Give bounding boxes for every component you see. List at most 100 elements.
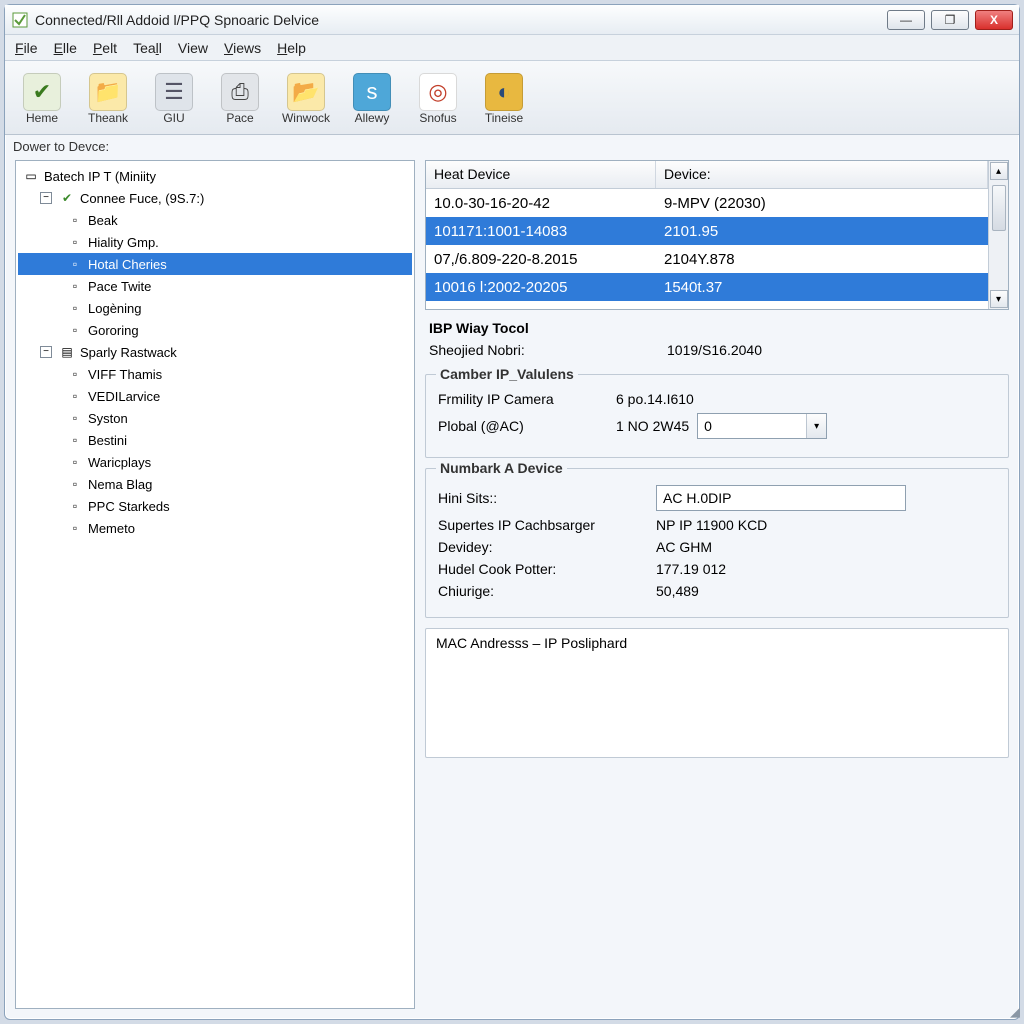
tree-node-connee[interactable]: −✔Connee Fuce, (9S.7:) <box>18 187 412 209</box>
item-icon: ▫ <box>66 476 84 492</box>
camber-k1: Frmility IP Camera <box>438 391 608 407</box>
menu-teall[interactable]: Teall <box>133 40 162 56</box>
tree-item[interactable]: ▫Syston <box>18 407 412 429</box>
menubar: File Elle Pelt Teall View Views Help <box>5 35 1019 61</box>
toolbar: ✔Heme📁Theank☰GIU⎙Pace📂WinwocksAllewy◎Sno… <box>5 61 1019 135</box>
numbark-v2: NP IP 11900 KCD <box>656 517 767 533</box>
toolbar-tineise[interactable]: ◐Tineise <box>475 73 533 125</box>
camber-v1: 6 po.14.I610 <box>616 391 694 407</box>
close-button[interactable]: X <box>975 10 1013 30</box>
item-icon: ▫ <box>66 410 84 426</box>
chevron-down-icon[interactable]: ▾ <box>806 414 826 438</box>
item-icon: ▫ <box>66 322 84 338</box>
table-scrollbar[interactable]: ▴ ▾ <box>988 161 1008 309</box>
tree-root[interactable]: ▭Batech IP T (Miniity <box>18 165 412 187</box>
numbark-v5: 50,489 <box>656 583 699 599</box>
menu-help[interactable]: Help <box>277 40 306 56</box>
tree-item[interactable]: ▫Gororing <box>18 319 412 341</box>
window-title: Connected/Rll Addoid l/PPQ Spnoaric Delv… <box>35 12 319 28</box>
tree-item[interactable]: ▫Beak <box>18 209 412 231</box>
resize-grip-icon[interactable]: ◢ <box>1010 1004 1020 1020</box>
tree-item[interactable]: ▫Waricplays <box>18 451 412 473</box>
menu-pelt[interactable]: Pelt <box>93 40 117 56</box>
minimize-button[interactable]: — <box>887 10 925 30</box>
menu-views[interactable]: Views <box>224 40 261 56</box>
toolbar-theank[interactable]: 📁Theank <box>79 73 137 125</box>
cell-heat: 10.0-30-16-20-42 <box>426 192 656 215</box>
app-window: Connected/Rll Addoid l/PPQ Spnoaric Delv… <box>4 4 1020 1020</box>
toolbar-heme[interactable]: ✔Heme <box>13 73 71 125</box>
item-icon: ▫ <box>66 388 84 404</box>
item-icon: ▫ <box>66 520 84 536</box>
mac-address-box: MAC Andresss – IP Posliphard <box>425 628 1009 758</box>
ibp-title: IBP Wiay Tocol <box>429 320 1005 336</box>
item-icon: ▫ <box>66 498 84 514</box>
tree-item[interactable]: ▫VIFF Thamis <box>18 363 412 385</box>
tree-item[interactable]: ▫Nema Blag <box>18 473 412 495</box>
item-icon: ▫ <box>66 300 84 316</box>
tree-node-sparly[interactable]: −▤Sparly Rastwack <box>18 341 412 363</box>
table-header-device[interactable]: Device: <box>656 161 988 188</box>
cell-device: 2101.95 <box>656 220 988 243</box>
mac-address-label: MAC Andresss – IP Posliphard <box>426 629 1008 657</box>
scroll-up-icon[interactable]: ▴ <box>990 162 1008 180</box>
app-icon <box>11 11 29 29</box>
scroll-down-icon[interactable]: ▾ <box>990 290 1008 308</box>
numbark-k3: Devidey: <box>438 539 648 555</box>
printer-icon: ⎙ <box>221 73 259 111</box>
device-table: Heat Device Device: 10.0-30-16-20-429-MP… <box>425 160 1009 310</box>
toolbar-giu[interactable]: ☰GIU <box>145 73 203 125</box>
scroll-thumb[interactable] <box>992 185 1006 231</box>
expander-icon[interactable]: − <box>40 346 52 358</box>
camber-group: Camber IP_Valulens Frmility IP Camera 6 … <box>425 374 1009 458</box>
tree-item[interactable]: ▫Pace Twite <box>18 275 412 297</box>
right-panel: Heat Device Device: 10.0-30-16-20-429-MP… <box>425 160 1009 1009</box>
tree-item[interactable]: ▫Hotal Cheries <box>18 253 412 275</box>
table-row[interactable]: 10016 l:2002-202051540t.37 <box>426 273 988 301</box>
menu-file[interactable]: File <box>15 40 38 56</box>
numbark-k4: Hudel Cook Potter: <box>438 561 648 577</box>
tree-item[interactable]: ▫Logèning <box>18 297 412 319</box>
expander-icon[interactable]: − <box>40 192 52 204</box>
tree-item[interactable]: ▫VEDILarvice <box>18 385 412 407</box>
numbark-k5: Chiurige: <box>438 583 648 599</box>
menu-view[interactable]: View <box>178 40 208 56</box>
table-row[interactable]: 07,/6.809-220-8.20152104Y.878 <box>426 245 988 273</box>
tree-item[interactable]: ▫Bestini <box>18 429 412 451</box>
folder-refresh-icon: 📂 <box>287 73 325 111</box>
target-icon: ◎ <box>419 73 457 111</box>
maximize-button[interactable]: ❐ <box>931 10 969 30</box>
titlebar: Connected/Rll Addoid l/PPQ Spnoaric Delv… <box>5 5 1019 35</box>
folder-arrow-icon: 📁 <box>89 73 127 111</box>
toolbar-label: GIU <box>163 111 184 125</box>
box-s-icon: s <box>353 73 391 111</box>
hini-sits-input[interactable] <box>656 485 906 511</box>
numbark-v4: 177.19 012 <box>656 561 726 577</box>
toolbar-label: Theank <box>88 111 128 125</box>
table-row[interactable]: 101171:1001-140832101.95 <box>426 217 988 245</box>
doc-icon: ▭ <box>22 168 40 184</box>
numbark-v3: AC GHM <box>656 539 712 555</box>
item-icon: ▫ <box>66 432 84 448</box>
numbark-k2: Supertes IP Cachbsarger <box>438 517 648 533</box>
table-row[interactable]: 10.0-30-16-20-429-MPV (22030) <box>426 189 988 217</box>
camber-v2: 1 NO 2W45 <box>616 418 689 434</box>
menu-elle[interactable]: Elle <box>54 40 77 56</box>
panel-label: Dower to Devce: <box>5 135 1019 156</box>
numbark-group-title: Numbark A Device <box>436 460 567 476</box>
plobal-combo[interactable]: 0 ▾ <box>697 413 827 439</box>
tree-item[interactable]: ▫PPC Starkeds <box>18 495 412 517</box>
table-header-heat[interactable]: Heat Device <box>426 161 656 188</box>
toolbar-winwock[interactable]: 📂Winwock <box>277 73 335 125</box>
item-icon: ▫ <box>66 212 84 228</box>
tree-item[interactable]: ▫Hiality Gmp. <box>18 231 412 253</box>
cell-device: 2104Y.878 <box>656 248 988 271</box>
tree-item[interactable]: ▫Memeto <box>18 517 412 539</box>
camber-k2: Plobal (@AC) <box>438 418 608 434</box>
toolbar-allewy[interactable]: sAllewy <box>343 73 401 125</box>
toolbar-label: Winwock <box>282 111 330 125</box>
toolbar-pace[interactable]: ⎙Pace <box>211 73 269 125</box>
item-icon: ▫ <box>66 278 84 294</box>
toolbar-snofus[interactable]: ◎Snofus <box>409 73 467 125</box>
toolbar-label: Tineise <box>485 111 523 125</box>
